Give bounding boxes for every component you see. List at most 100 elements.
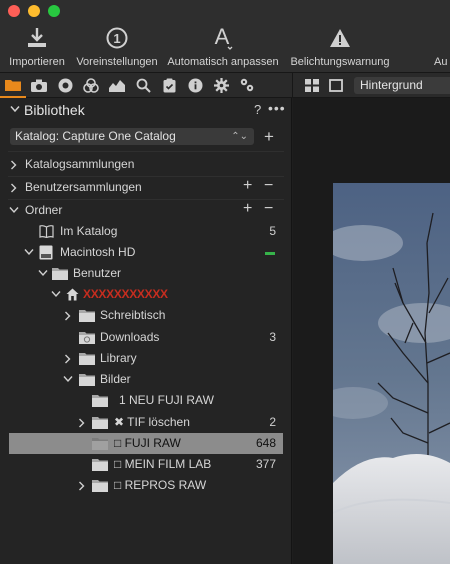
folder-icon — [92, 395, 108, 407]
grid-view-icon[interactable] — [305, 79, 319, 92]
background-select[interactable]: Hintergrund — [354, 77, 450, 94]
exposure-warning-label: Belichtungswarnung — [290, 56, 390, 68]
section-folders[interactable]: Ordner + − — [0, 200, 292, 221]
tree-item-label: Schreibtisch — [100, 308, 166, 322]
folder-icon — [52, 268, 68, 280]
tab-details[interactable] — [130, 73, 156, 98]
folder-icon — [92, 417, 108, 429]
tree-item-neu-fuji-raw[interactable]: 1 NEU FUJI RAW — [0, 390, 292, 411]
chevron-down-icon — [9, 207, 19, 214]
tab-lens[interactable] — [52, 73, 78, 98]
chevron-right-icon — [65, 354, 71, 364]
tree-item-label: Library — [100, 351, 137, 365]
tree-item-label: ✖ TIF löschen — [114, 415, 190, 429]
metadata-icon — [188, 78, 202, 92]
tree-item-tif-loeschen[interactable]: ✖ TIF löschen 2 — [0, 412, 292, 433]
tree-item-label: 1 NEU FUJI RAW — [119, 393, 214, 407]
folder-icon — [79, 374, 95, 386]
tree-item-mein-film-lab[interactable]: □ MEIN FILM LAB 377 — [0, 454, 292, 475]
tree-item-label: Downloads — [100, 330, 160, 344]
viewer-toolbar: Hintergrund — [292, 73, 450, 98]
item-count: 2 — [269, 415, 276, 429]
tree-item-macintosh-hd[interactable]: Macintosh HD — [0, 242, 292, 263]
section-label: Benutzersammlungen — [25, 180, 142, 194]
chevron-right-icon — [11, 183, 17, 193]
exposure-icon — [109, 79, 125, 92]
chevron-right-icon — [65, 311, 71, 321]
gear-icon — [213, 77, 229, 93]
remove-folder-button[interactable]: − — [264, 200, 273, 218]
tab-capture[interactable] — [26, 73, 52, 98]
add-folder-button[interactable]: + — [243, 200, 252, 218]
tool-tabs — [0, 73, 292, 98]
camera-icon — [31, 79, 47, 92]
tree-item-desktop[interactable]: Schreibtisch — [0, 305, 292, 326]
lens-icon — [58, 78, 72, 92]
library-title: Bibliothek — [24, 102, 85, 118]
import-button[interactable]: Importieren — [6, 24, 68, 68]
presets-button[interactable]: 1 Voreinstellungen — [72, 24, 162, 68]
select-arrows-icon: ⌃⌄ — [231, 131, 248, 142]
library-panel: Bibliothek ? ••• Katalog: Capture One Ca… — [0, 98, 292, 564]
section-user-collections[interactable]: Benutzersammlungen + − — [0, 177, 292, 198]
tab-metadata[interactable] — [182, 73, 208, 98]
chevron-down-icon — [24, 249, 34, 256]
single-view-icon[interactable] — [329, 79, 343, 92]
catalog-select[interactable]: Katalog: Capture One Catalog ⌃⌄ — [10, 128, 254, 145]
item-count: 5 — [269, 224, 276, 238]
tree-item-label: Bilder — [100, 372, 131, 386]
tab-batch[interactable] — [234, 73, 260, 98]
chevron-right-icon — [79, 481, 85, 491]
import-icon — [6, 24, 68, 52]
adjustments-icon — [163, 78, 175, 92]
preview-image[interactable] — [333, 183, 450, 564]
book-icon — [39, 225, 54, 238]
tab-exposure[interactable] — [104, 73, 130, 98]
auto-adjust-button[interactable]: A Automatisch anpassen — [164, 24, 282, 68]
downloads-folder-icon — [79, 332, 95, 344]
tree-item-fuji-raw[interactable]: □ FUJI RAW 648 — [9, 433, 283, 454]
chevron-down-icon — [63, 376, 73, 383]
svg-text:1: 1 — [113, 31, 120, 46]
batch-icon — [240, 78, 254, 92]
minimize-window-button[interactable] — [28, 5, 40, 17]
tree-item-label: □ FUJI RAW — [114, 436, 181, 450]
details-icon — [136, 78, 151, 93]
tree-item-home[interactable]: XXXXXXXXXXX — [0, 284, 292, 305]
zoom-window-button[interactable] — [48, 5, 60, 17]
tree-item-library[interactable]: Library — [0, 348, 292, 369]
tree-item-label: Benutzer — [73, 266, 122, 280]
exposure-warning-button[interactable]: Belichtungswarnung — [286, 24, 394, 68]
presets-icon: 1 — [72, 24, 162, 52]
tree-item-users[interactable]: Benutzer — [0, 263, 292, 284]
tree-item-repros-raw[interactable]: □ REPROS RAW — [0, 475, 292, 496]
tree-item-in-catalog[interactable]: Im Katalog 5 — [0, 221, 292, 242]
hard-drive-icon — [39, 245, 53, 260]
redacted-username: XXXXXXXXXXX — [83, 287, 168, 301]
tab-settings[interactable] — [208, 73, 234, 98]
import-label: Importieren — [9, 56, 65, 68]
tab-adjustments[interactable] — [156, 73, 182, 98]
folder-icon — [92, 480, 108, 492]
item-count: 3 — [269, 330, 276, 344]
tree-item-label: Macintosh HD — [60, 245, 136, 259]
library-header[interactable]: Bibliothek ? ••• — [0, 98, 292, 124]
window-controls — [8, 5, 60, 17]
section-catalog-collections[interactable]: Katalogsammlungen — [0, 154, 292, 175]
help-button[interactable]: ? — [254, 102, 261, 117]
add-catalog-button[interactable]: + — [264, 127, 274, 147]
tree-item-downloads[interactable]: Downloads 3 — [0, 327, 292, 348]
auto-adjust-label: Automatisch anpassen — [167, 56, 279, 68]
tree-item-pictures[interactable]: Bilder — [0, 369, 292, 390]
tab-color[interactable] — [78, 73, 104, 98]
chevron-down-icon — [51, 291, 61, 298]
svg-text:A: A — [215, 25, 230, 49]
tab-library[interactable] — [0, 73, 26, 98]
auto-button[interactable]: Au — [434, 24, 450, 68]
remove-collection-button[interactable]: − — [264, 177, 273, 195]
more-options-button[interactable]: ••• — [268, 100, 286, 116]
add-collection-button[interactable]: + — [243, 177, 252, 195]
tree-item-label: □ MEIN FILM LAB — [114, 457, 212, 471]
section-label: Ordner — [25, 203, 63, 217]
close-window-button[interactable] — [8, 5, 20, 17]
